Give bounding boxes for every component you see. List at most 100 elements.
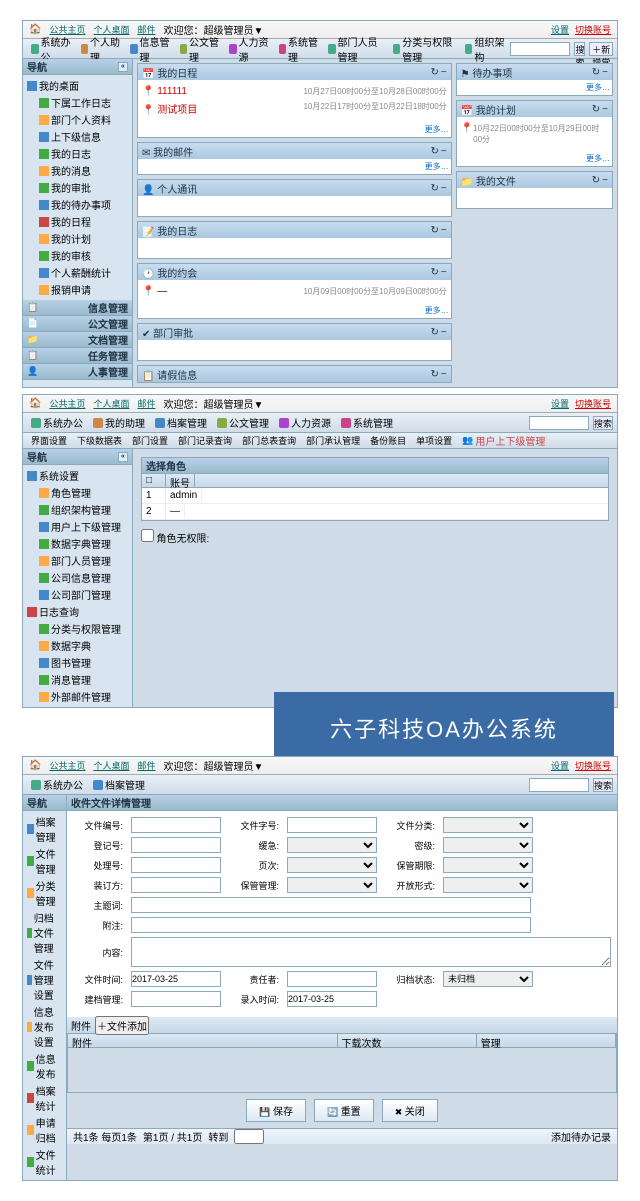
file-num2-input[interactable] <box>287 817 377 833</box>
tree-item[interactable]: 个人薪酬统计 <box>37 264 130 281</box>
mod[interactable]: 公文管理 <box>213 413 273 432</box>
link[interactable]: 公共主页 <box>49 759 85 772</box>
plan-item[interactable]: 📍 <box>461 123 473 145</box>
tree-group[interactable]: 日志查询 <box>25 603 130 620</box>
reg-num-input[interactable] <box>131 837 221 853</box>
search[interactable] <box>529 778 589 792</box>
rec-date-input[interactable] <box>287 991 377 1007</box>
logout-link[interactable]: 切换账号 <box>575 23 611 36</box>
checkbox[interactable] <box>141 529 154 542</box>
open-select[interactable] <box>443 877 533 893</box>
handle-input[interactable] <box>131 857 221 873</box>
appt-item[interactable]: 📍 — <box>142 286 167 297</box>
schedule-item[interactable]: 📍 111111 <box>142 86 187 97</box>
more-link[interactable]: 更多… <box>457 80 612 95</box>
tree-item[interactable]: 档案统计 <box>25 1082 64 1114</box>
panel-hr[interactable]: 👤 人事管理 <box>23 364 132 380</box>
tree-item[interactable]: 部门人员管理 <box>37 552 130 569</box>
record-link[interactable]: 添加待办记录 <box>551 1129 611 1144</box>
sub[interactable]: 部门总表查询 <box>238 432 300 449</box>
tree-item[interactable]: 数据字典 <box>37 637 130 654</box>
tree-item[interactable]: 报销申请 <box>37 281 130 298</box>
sub[interactable]: 👥 用户上下级管理 <box>458 431 549 450</box>
tree-item[interactable]: 组织架构管理 <box>37 501 130 518</box>
mod[interactable]: 系统办公 <box>27 775 87 794</box>
keep-mgmt-select[interactable] <box>287 877 377 893</box>
link[interactable]: 个人桌面 <box>93 397 129 410</box>
settings[interactable]: 设置 <box>551 759 569 772</box>
tree-item[interactable]: 消息管理 <box>37 671 130 688</box>
search-button[interactable]: 搜索 <box>574 42 585 56</box>
search-input[interactable] <box>510 42 570 56</box>
tree-item[interactable]: 我的消息 <box>37 162 130 179</box>
settings-link[interactable]: 设置 <box>551 23 569 36</box>
tree-item[interactable]: 文件管理设置 <box>25 956 64 1003</box>
mod[interactable]: 档案管理 <box>151 413 211 432</box>
settings[interactable]: 设置 <box>551 397 569 410</box>
schedule-item[interactable]: 📍 测试项目 <box>142 101 197 116</box>
bind-input[interactable] <box>131 877 221 893</box>
file-num-input[interactable] <box>131 817 221 833</box>
link[interactable]: 邮件 <box>137 397 155 410</box>
goto-input[interactable] <box>234 1129 264 1144</box>
search[interactable] <box>529 416 589 430</box>
save-button[interactable]: 💾 保存 <box>246 1099 306 1122</box>
mod[interactable]: 人力资源 <box>275 413 335 432</box>
panel-info[interactable]: 📋 信息管理 <box>23 300 132 316</box>
tree-item[interactable]: 我的待办事项 <box>37 196 130 213</box>
panel-file[interactable]: 📁 文档管理 <box>23 332 132 348</box>
secret-select[interactable] <box>443 837 533 853</box>
sub[interactable]: 单项设置 <box>412 432 456 449</box>
home-icon[interactable]: 🏠 <box>29 760 41 771</box>
tree-item[interactable]: 我的日程 <box>37 213 130 230</box>
sub[interactable]: 下级数据表 <box>73 432 126 449</box>
link[interactable]: 个人桌面 <box>93 759 129 772</box>
sub[interactable]: 部门承认管理 <box>302 432 364 449</box>
more-link[interactable]: 更多… <box>457 151 612 166</box>
tree-item[interactable]: 归档文件管理 <box>25 909 64 956</box>
sub[interactable]: 部门记录查询 <box>174 432 236 449</box>
tree-item[interactable]: 下属工作日志 <box>37 94 130 111</box>
mod[interactable]: 档案管理 <box>89 775 149 794</box>
keep-select[interactable] <box>443 857 533 873</box>
link[interactable]: 公共主页 <box>49 397 85 410</box>
tree-item[interactable]: 分类与权限管理 <box>37 620 130 637</box>
tree-item[interactable]: 上下级信息 <box>37 128 130 145</box>
table-row[interactable]: 2— <box>142 504 608 520</box>
search-btn[interactable]: 搜索 <box>593 416 613 430</box>
urgency-select[interactable] <box>287 837 377 853</box>
tree-item[interactable]: 外部邮件管理 <box>37 688 130 705</box>
tree-item[interactable]: 我的审批 <box>37 179 130 196</box>
tree-item[interactable]: 数据字典管理 <box>37 535 130 552</box>
col-account[interactable]: 账号 <box>166 474 195 487</box>
add-common-button[interactable]: ＋新增常用 <box>589 42 613 56</box>
file-date-input[interactable] <box>131 971 221 987</box>
sub[interactable]: 界面设置 <box>27 432 71 449</box>
mod[interactable]: 系统办公 <box>27 413 87 432</box>
tree-item[interactable]: 我的审核 <box>37 247 130 264</box>
panel-task[interactable]: 📋 任务管理 <box>23 348 132 364</box>
tree-item[interactable]: 角色管理 <box>37 484 130 501</box>
tree-item[interactable]: 部门个人资料 <box>37 111 130 128</box>
logout[interactable]: 切换账号 <box>575 759 611 772</box>
tree-item[interactable]: 分类管理 <box>25 877 64 909</box>
tree-item[interactable]: 文件统计 <box>25 1146 64 1178</box>
tree-item[interactable]: 图书管理 <box>37 654 130 671</box>
tree-item[interactable]: 信息发布 <box>25 1050 64 1082</box>
col-check[interactable]: □ <box>142 474 166 487</box>
tree-item[interactable]: 档案管理 <box>25 813 64 845</box>
file-cat-select[interactable] <box>443 817 533 833</box>
tree-item[interactable]: 文件管理 <box>25 845 64 877</box>
tree-item[interactable]: 公司信息管理 <box>37 569 130 586</box>
add-attach-button[interactable]: ＋文件添加 <box>95 1016 149 1035</box>
more-link[interactable]: 更多… <box>138 159 451 174</box>
mod[interactable]: 系统管理 <box>337 413 397 432</box>
tree-item[interactable]: 公司部门管理 <box>37 586 130 603</box>
tree-item[interactable]: 申请归档 <box>25 1114 64 1146</box>
duty-input[interactable] <box>287 971 377 987</box>
close-button[interactable]: ✖ 关闭 <box>382 1099 438 1122</box>
more-link[interactable]: 更多… <box>138 303 451 318</box>
tree-item[interactable]: 用户上下级管理 <box>37 518 130 535</box>
panel-doc[interactable]: 📄 公文管理 <box>23 316 132 332</box>
table-row[interactable]: 1admin <box>142 488 608 504</box>
